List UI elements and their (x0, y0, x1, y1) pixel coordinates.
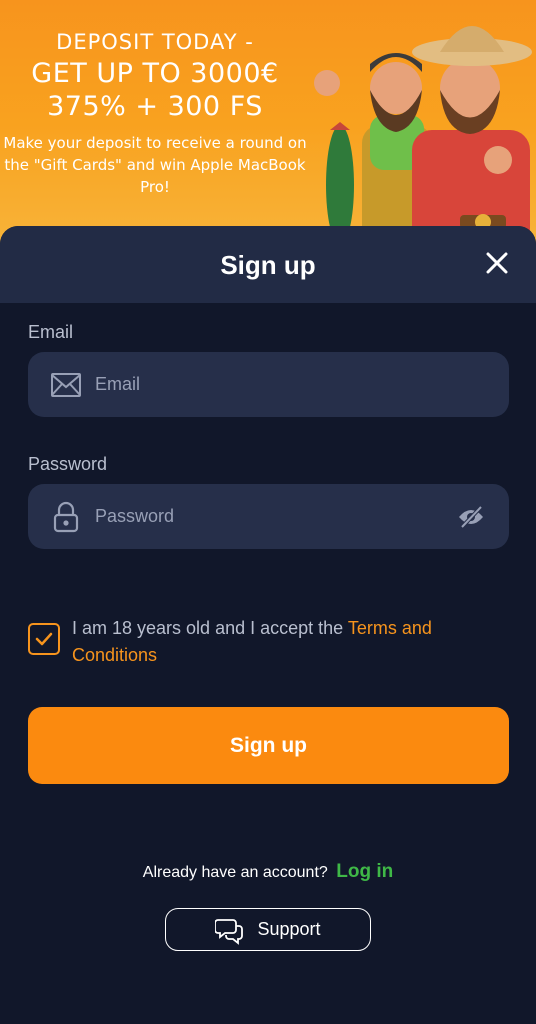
email-label: Email (28, 322, 74, 342)
email-input[interactable] (95, 352, 455, 417)
close-icon[interactable] (482, 248, 512, 278)
promo-headline: DEPOSIT TODAY - (56, 30, 254, 54)
login-link[interactable]: Log in (336, 861, 393, 882)
support-label: Support (257, 919, 321, 939)
promo-banner[interactable]: DEPOSIT TODAY - GET UP TO 3000€ 375% + 3… (0, 0, 536, 250)
terms-statement: I am 18 years old and I accept the (72, 618, 344, 638)
eye-slash-icon[interactable] (457, 503, 485, 531)
login-prompt: Already have an account? Log in (0, 861, 536, 883)
promo-bonus-percent: 375% + 300 FS (47, 91, 263, 122)
signup-submit-button[interactable]: Sign up (28, 707, 509, 784)
chat-bubbles-icon (215, 918, 244, 945)
checkmark-icon (35, 632, 53, 646)
lock-icon (53, 501, 79, 533)
promo-text: DEPOSIT TODAY - GET UP TO 3000€ 375% + 3… (0, 30, 310, 198)
modal-header: Sign up (0, 226, 536, 303)
support-button[interactable]: Support (165, 908, 371, 951)
modal-title: Sign up (220, 250, 316, 280)
email-field-container (28, 352, 509, 417)
envelope-icon (51, 373, 81, 397)
have-account-text: Already have an account? (142, 864, 328, 881)
password-field-container (28, 484, 509, 549)
password-label: Password (28, 454, 108, 474)
promo-description: Make your deposit to receive a round on … (3, 134, 307, 196)
signup-modal: Sign up Email Password I am (0, 226, 536, 1024)
terms-checkbox[interactable] (28, 623, 60, 655)
promo-bonus-amount: GET UP TO 3000€ (31, 58, 279, 89)
promo-characters-image (314, 26, 532, 250)
terms-text: I am 18 years old and I accept the Terms… (72, 615, 492, 669)
password-input[interactable] (95, 484, 455, 549)
